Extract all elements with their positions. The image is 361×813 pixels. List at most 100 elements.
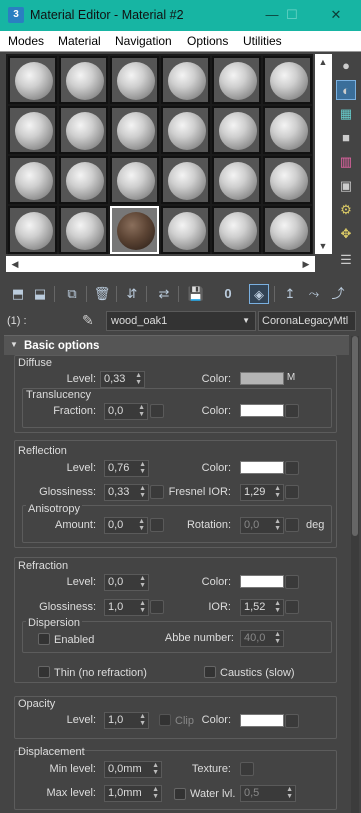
opacity-color-swatch[interactable] bbox=[240, 714, 284, 727]
max-level-spinner[interactable]: 1,0mm ▲ ▼ bbox=[104, 785, 162, 802]
close-button[interactable]: ✕ bbox=[326, 6, 346, 24]
select-by-material-icon[interactable]: ✥ bbox=[336, 224, 356, 244]
diffuse-level-spinner[interactable]: 0,33 ▲ ▼ bbox=[100, 371, 145, 388]
maximize-button[interactable]: ☐ bbox=[282, 6, 302, 24]
ior-map-button[interactable] bbox=[285, 600, 299, 614]
make-unique-icon[interactable]: ⇵ bbox=[122, 284, 142, 304]
min-level-spinner[interactable]: 0,0mm ▲ ▼ bbox=[104, 761, 162, 778]
delete-icon[interactable]: 🗑 bbox=[92, 284, 112, 304]
sample-slot[interactable] bbox=[8, 156, 57, 204]
diffuse-color-swatch[interactable] bbox=[240, 372, 284, 385]
sample-slot[interactable] bbox=[110, 206, 159, 254]
sample-slot[interactable] bbox=[212, 156, 261, 204]
minimize-button[interactable]: — bbox=[262, 6, 282, 24]
aniso-rotation-map-button[interactable] bbox=[285, 518, 299, 532]
sample-slot[interactable] bbox=[212, 106, 261, 154]
sample-type-icon[interactable]: ● bbox=[336, 56, 356, 76]
sample-slot[interactable] bbox=[212, 206, 261, 254]
sample-slot[interactable] bbox=[8, 106, 57, 154]
translucency-color-swatch[interactable] bbox=[240, 404, 284, 417]
refraction-gloss-map-button[interactable] bbox=[150, 600, 164, 614]
scrollbar-thumb[interactable] bbox=[352, 336, 358, 536]
ior-spinner[interactable]: 1,52 ▲ ▼ bbox=[240, 599, 284, 616]
water-level-spinner[interactable]: 0,5 ▲ ▼ bbox=[240, 785, 296, 802]
eyedropper-icon[interactable]: ✎ bbox=[82, 312, 94, 329]
menu-material[interactable]: Material bbox=[58, 34, 101, 48]
sample-slot[interactable] bbox=[212, 56, 261, 104]
backlight-icon[interactable]: ◐ bbox=[336, 80, 356, 100]
refraction-level-spinner[interactable]: 0,0 ▲ ▼ bbox=[104, 574, 149, 591]
water-level-checkbox[interactable] bbox=[174, 788, 186, 800]
sample-slot[interactable] bbox=[59, 156, 108, 204]
displacement-texture-button[interactable] bbox=[240, 762, 254, 776]
slots-vertical-scrollbar[interactable]: ▲ ▼ bbox=[315, 54, 332, 254]
fresnel-ior-spinner[interactable]: 1,29 ▲ ▼ bbox=[240, 484, 284, 501]
background-icon[interactable]: ▦ bbox=[336, 104, 356, 124]
scroll-up-icon[interactable]: ▲ bbox=[316, 57, 330, 67]
thin-checkbox[interactable] bbox=[38, 666, 50, 678]
caustics-checkbox[interactable] bbox=[204, 666, 216, 678]
put-to-scene-icon[interactable]: ⬓ bbox=[30, 284, 50, 304]
sample-slot[interactable] bbox=[263, 106, 312, 154]
opacity-map-button[interactable] bbox=[285, 714, 299, 728]
show-end-result-icon[interactable]: ⤴ bbox=[328, 284, 348, 304]
sample-slot[interactable] bbox=[8, 56, 57, 104]
sample-slot[interactable] bbox=[110, 156, 159, 204]
sample-uv-tiling-icon[interactable]: ■ bbox=[336, 128, 356, 148]
scroll-left-icon[interactable]: ◀ bbox=[8, 259, 22, 270]
sample-slot[interactable] bbox=[8, 206, 57, 254]
refraction-map-button[interactable] bbox=[285, 575, 299, 589]
sample-slot[interactable] bbox=[161, 206, 210, 254]
dispersion-enabled-checkbox[interactable] bbox=[38, 633, 50, 645]
aniso-amount-spinner[interactable]: 0,0 ▲ ▼ bbox=[104, 517, 148, 534]
fresnel-map-button[interactable] bbox=[285, 485, 299, 499]
sample-slot[interactable] bbox=[161, 56, 210, 104]
go-to-parent-icon[interactable]: ↥ bbox=[280, 284, 300, 304]
save-to-library-icon[interactable]: 💾 bbox=[186, 284, 206, 304]
menu-utilities[interactable]: Utilities bbox=[243, 34, 282, 48]
material-type-button[interactable]: CoronaLegacyMtl bbox=[258, 311, 356, 331]
make-preview-icon[interactable]: ▣ bbox=[336, 176, 356, 196]
rollout-scrollbar[interactable] bbox=[351, 336, 359, 813]
aniso-rotation-spinner[interactable]: 0,0 ▲ ▼ bbox=[240, 517, 284, 534]
scroll-right-icon[interactable]: ▶ bbox=[299, 259, 313, 270]
sample-slot[interactable] bbox=[263, 206, 312, 254]
abbe-number-spinner[interactable]: 40,0 ▲ ▼ bbox=[240, 630, 284, 647]
sample-slot[interactable] bbox=[263, 56, 312, 104]
assign-to-selection-icon[interactable]: ⧉ bbox=[62, 284, 82, 304]
aniso-amount-map-button[interactable] bbox=[150, 518, 164, 532]
menu-navigation[interactable]: Navigation bbox=[115, 34, 172, 48]
translucency-map-button[interactable] bbox=[285, 404, 299, 418]
get-material-icon[interactable]: ⬒ bbox=[8, 284, 28, 304]
sample-slot[interactable] bbox=[161, 106, 210, 154]
sample-slot[interactable] bbox=[59, 106, 108, 154]
reflection-gloss-spinner[interactable]: 0,33 ▲ ▼ bbox=[104, 484, 149, 501]
diffuse-map-button[interactable]: M bbox=[284, 372, 298, 386]
menu-options[interactable]: Options bbox=[187, 34, 228, 48]
slots-horizontal-scrollbar[interactable]: ◀ ▶ bbox=[6, 256, 315, 272]
fraction-map-button[interactable] bbox=[150, 404, 164, 418]
reflection-level-spinner[interactable]: 0,76 ▲ ▼ bbox=[104, 460, 149, 477]
reflection-color-swatch[interactable] bbox=[240, 461, 284, 474]
material-id-channel-icon[interactable]: 0 bbox=[218, 284, 238, 304]
fraction-spinner[interactable]: 0,0 ▲ ▼ bbox=[104, 403, 148, 420]
material-map-navigator-icon[interactable]: ☰ bbox=[336, 250, 356, 270]
refraction-gloss-spinner[interactable]: 1,0 ▲ ▼ bbox=[104, 599, 149, 616]
sample-slot[interactable] bbox=[161, 156, 210, 204]
material-name-input[interactable]: wood_oak1 ▼ bbox=[106, 311, 256, 331]
copy-material-icon[interactable]: ⇄ bbox=[154, 284, 174, 304]
reflection-map-button[interactable] bbox=[285, 461, 299, 475]
sample-slot[interactable] bbox=[263, 156, 312, 204]
opacity-level-spinner[interactable]: 1,0 ▲ ▼ bbox=[104, 712, 149, 729]
video-color-check-icon[interactable]: ▥ bbox=[336, 152, 356, 172]
menu-modes[interactable]: Modes bbox=[8, 34, 44, 48]
sample-slot[interactable] bbox=[110, 56, 159, 104]
reflection-gloss-map-button[interactable] bbox=[150, 485, 164, 499]
options-icon[interactable]: ⚙ bbox=[336, 200, 356, 220]
sample-slot[interactable] bbox=[110, 106, 159, 154]
show-shaded-in-viewport-icon[interactable]: ◈ bbox=[249, 284, 269, 304]
scroll-down-icon[interactable]: ▼ bbox=[316, 241, 330, 251]
go-forward-to-sibling-icon[interactable]: ⤳ bbox=[304, 284, 324, 304]
rollout-header[interactable]: ▼ Basic options bbox=[4, 335, 349, 355]
refraction-color-swatch[interactable] bbox=[240, 575, 284, 588]
